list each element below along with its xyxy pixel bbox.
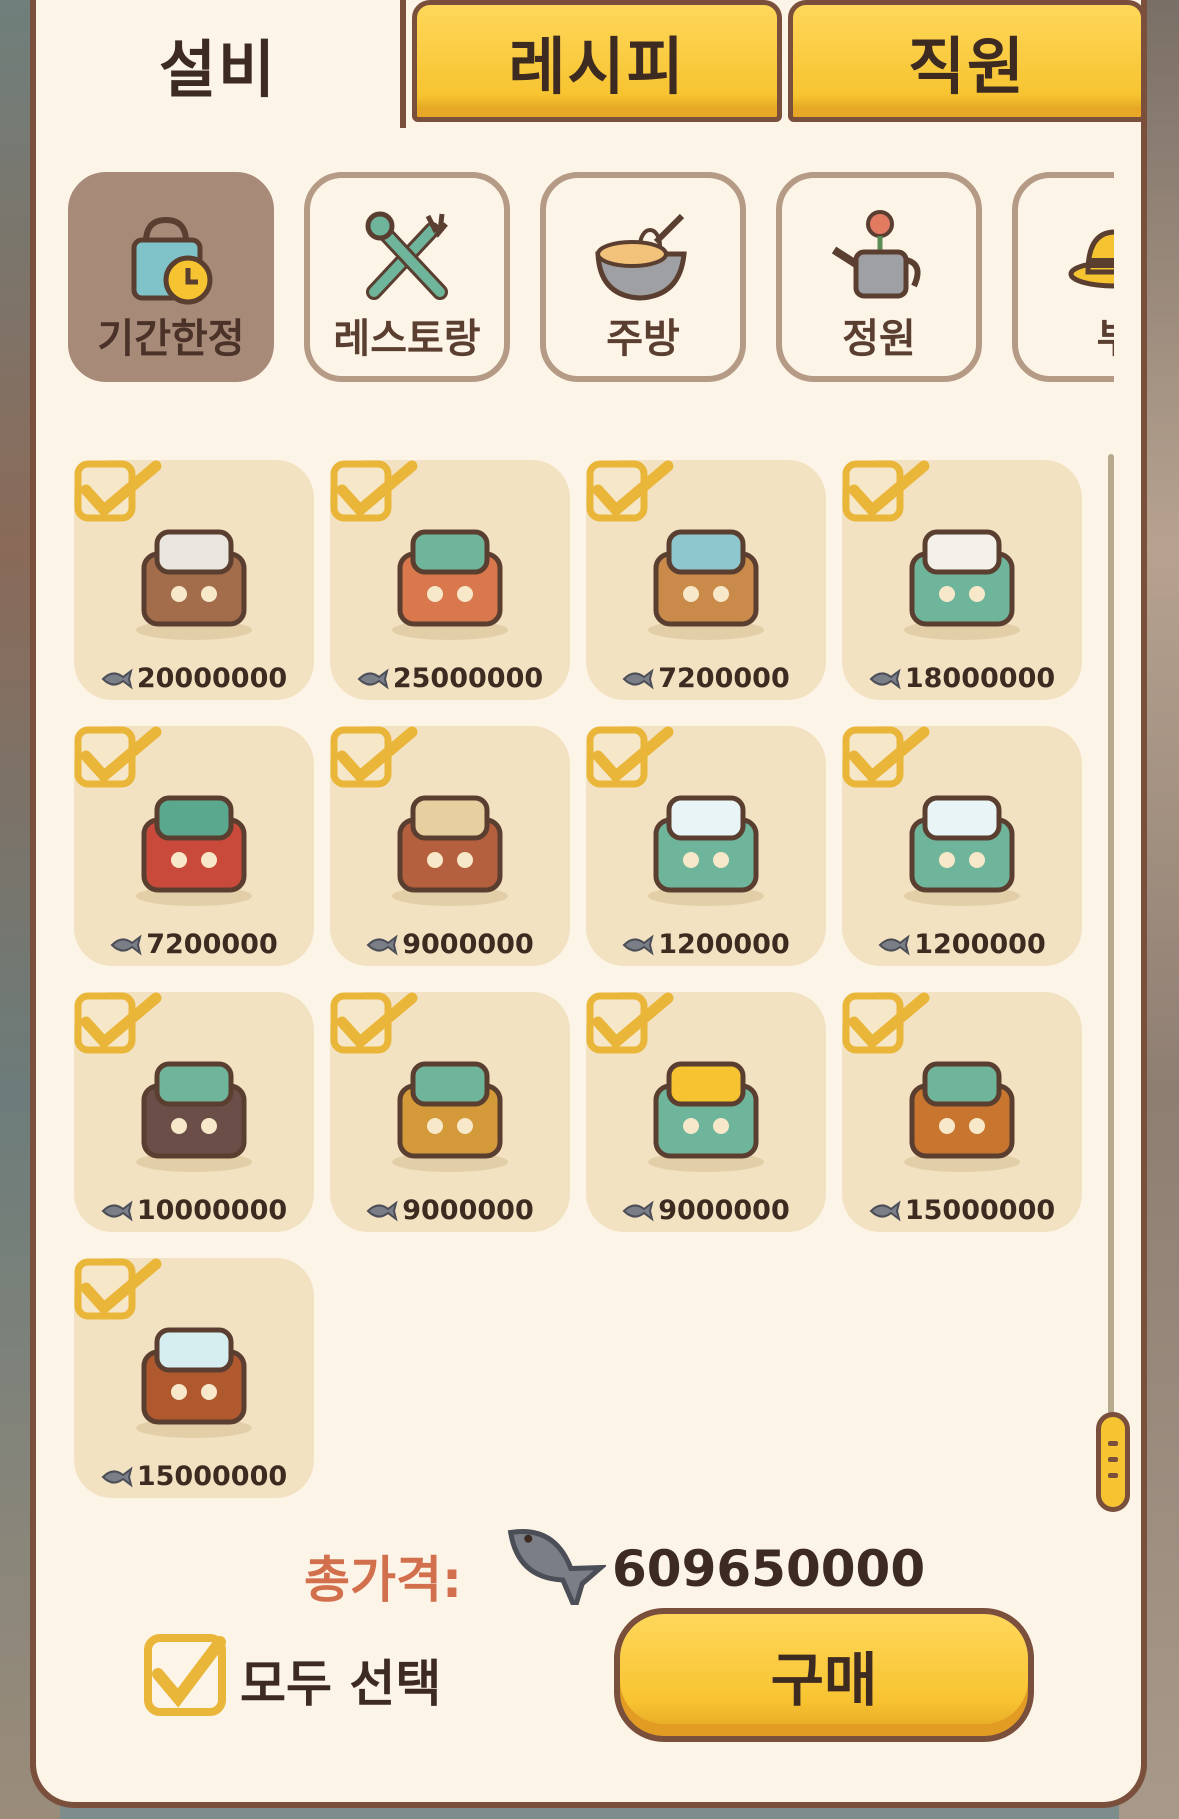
category-label: 기간한정: [97, 316, 245, 362]
shop-item[interactable]: 18000000: [842, 460, 1082, 700]
fish-icon: [101, 1466, 133, 1487]
watering-can-icon: [831, 210, 921, 299]
item-price-value: 25000000: [392, 663, 544, 694]
shop-item[interactable]: 1200000: [842, 726, 1082, 966]
select-all-label: 모두 선택: [240, 1655, 442, 1713]
buy-button[interactable]: 구매: [614, 1608, 1034, 1742]
category-kitchen[interactable]: 주방: [540, 172, 746, 382]
item-price: 25000000: [330, 663, 570, 694]
furniture-art-icon: [392, 1061, 508, 1172]
shop-item[interactable]: 25000000: [330, 460, 570, 700]
item-price: 9000000: [586, 1195, 826, 1226]
item-price-value: 7200000: [146, 929, 278, 960]
shop-item[interactable]: 9000000: [330, 726, 570, 966]
item-price: 1200000: [586, 929, 826, 960]
item-price-value: 9000000: [658, 1195, 790, 1226]
furniture-art-icon: [136, 1327, 252, 1438]
item-price-value: 9000000: [402, 1195, 534, 1226]
item-price-value: 1200000: [658, 929, 790, 960]
top-tab-bar: 설비 레시피 직원: [36, 0, 1141, 128]
fish-icon: [366, 1200, 398, 1221]
item-price: 15000000: [74, 1461, 314, 1492]
category-label: 정원: [842, 316, 916, 362]
item-price: 9000000: [330, 929, 570, 960]
furniture-art-icon: [392, 795, 508, 906]
fish-icon: [357, 668, 389, 689]
item-price: 7200000: [586, 663, 826, 694]
furniture-art-icon: [904, 795, 1020, 906]
item-price: 1200000: [842, 929, 1082, 960]
fish-icon: [366, 934, 398, 955]
furniture-art-icon: [136, 1061, 252, 1172]
category-other[interactable]: 부: [1012, 172, 1114, 382]
item-price: 10000000: [74, 1195, 314, 1226]
fish-icon: [101, 1200, 133, 1221]
fish-icon: [869, 1200, 901, 1221]
shop-item[interactable]: 7200000: [586, 460, 826, 700]
shop-item[interactable]: 9000000: [586, 992, 826, 1232]
furniture-art-icon: [136, 795, 252, 906]
shop-item[interactable]: 1200000: [586, 726, 826, 966]
shop-item[interactable]: 20000000: [74, 460, 314, 700]
shop-item[interactable]: 7200000: [74, 726, 314, 966]
item-price-value: 1200000: [914, 929, 1046, 960]
shop-panel: 설비 레시피 직원 기간한정 레스토랑 주방 정원 20000000 25000…: [30, 0, 1147, 1808]
category-garden[interactable]: 정원: [776, 172, 982, 382]
fish-icon: [622, 1200, 654, 1221]
fork-tools-icon: [365, 211, 448, 300]
item-price-value: 18000000: [904, 663, 1056, 694]
item-price: 15000000: [842, 1195, 1082, 1226]
furniture-art-icon: [392, 529, 508, 640]
tab-recipe[interactable]: 레시피: [412, 0, 782, 122]
checkbox-checked-icon: [144, 1634, 226, 1716]
limited-bag-icon: [131, 216, 213, 305]
total-price-value: 609650000: [612, 1540, 926, 1598]
shop-item[interactable]: 10000000: [74, 992, 314, 1232]
category-limited[interactable]: 기간한정: [68, 172, 274, 382]
category-restaurant[interactable]: 레스토랑: [304, 172, 510, 382]
item-price-value: 20000000: [136, 663, 288, 694]
total-price-label: 총가격:: [304, 1551, 462, 1609]
item-price: 20000000: [74, 663, 314, 694]
fish-icon: [507, 1529, 606, 1605]
fish-icon: [878, 934, 910, 955]
furniture-art-icon: [648, 529, 764, 640]
category-label: 레스토랑: [333, 316, 481, 362]
category-label: 주방: [606, 316, 680, 362]
furniture-art-icon: [648, 795, 764, 906]
furniture-art-icon: [136, 529, 252, 640]
shop-item[interactable]: 15000000: [74, 1258, 314, 1498]
hat-icon: [1068, 229, 1114, 289]
tab-equipment[interactable]: 설비: [36, 0, 406, 128]
item-price: 7200000: [74, 929, 314, 960]
select-all-toggle[interactable]: 모두 선택: [144, 1628, 464, 1728]
shop-item[interactable]: 9000000: [330, 992, 570, 1232]
scrollbar-thumb[interactable]: [1096, 1412, 1130, 1512]
category-bar: 기간한정 레스토랑 주방 정원: [36, 160, 1114, 400]
fish-icon: [622, 668, 654, 689]
item-price-value: 15000000: [136, 1461, 288, 1492]
furniture-art-icon: [904, 1061, 1020, 1172]
mixing-bowl-icon: [595, 213, 687, 301]
fish-icon: [101, 668, 133, 689]
category-label: 부: [1018, 306, 1114, 364]
fish-icon: [622, 934, 654, 955]
item-price-value: 9000000: [402, 929, 534, 960]
item-price: 9000000: [330, 1195, 570, 1226]
item-price-value: 10000000: [136, 1195, 288, 1226]
fish-icon: [869, 668, 901, 689]
item-price-value: 7200000: [658, 663, 790, 694]
furniture-art-icon: [904, 529, 1020, 640]
fish-icon: [110, 934, 142, 955]
scrollbar-track[interactable]: [1108, 454, 1114, 1414]
shop-item[interactable]: 15000000: [842, 992, 1082, 1232]
item-price: 18000000: [842, 663, 1082, 694]
tab-staff[interactable]: 직원: [788, 0, 1141, 122]
item-price-value: 15000000: [904, 1195, 1056, 1226]
furniture-art-icon: [648, 1061, 764, 1172]
